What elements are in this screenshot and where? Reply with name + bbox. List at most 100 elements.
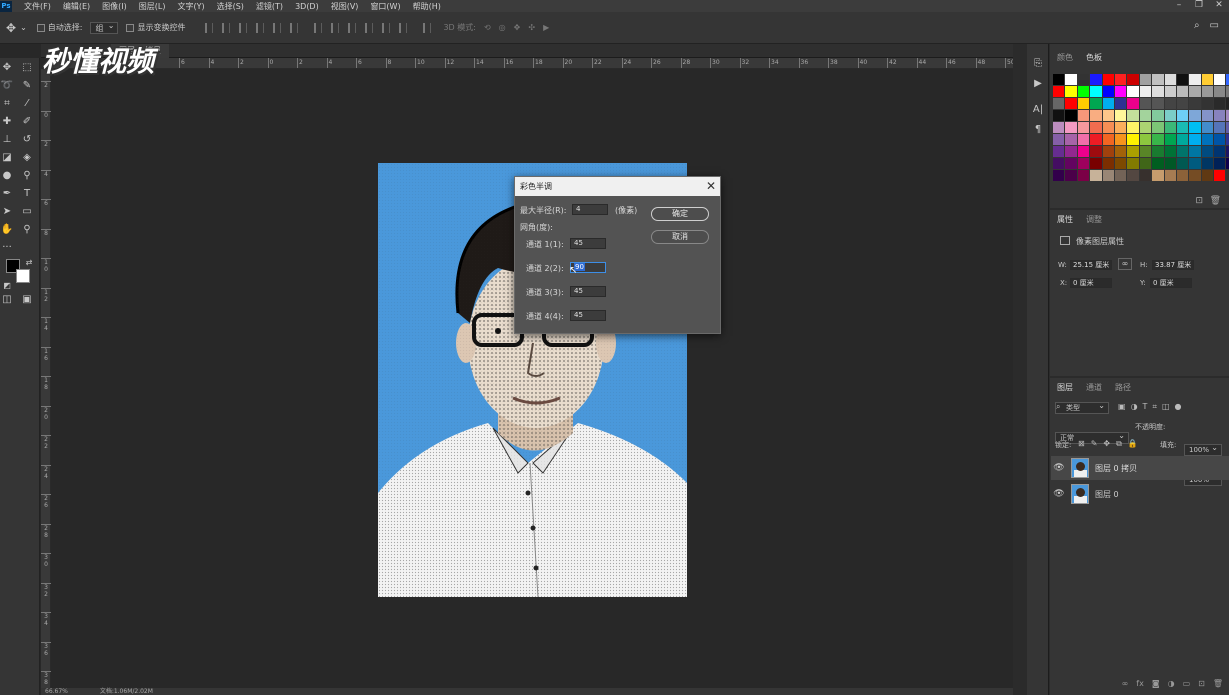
photoshop-logo-icon[interactable]: Ps: [0, 0, 12, 12]
swatch-48[interactable]: [1090, 110, 1102, 121]
default-colors-icon[interactable]: ◩: [0, 278, 14, 292]
adjustment-layer-icon[interactable]: ◑: [1168, 679, 1175, 688]
swatch-94[interactable]: [1102, 146, 1114, 157]
history-brush-icon[interactable]: ↺: [20, 132, 34, 146]
max-radius-input[interactable]: 4: [572, 204, 608, 215]
swatch-64[interactable]: [1102, 122, 1114, 133]
swatch-61[interactable]: [1065, 122, 1077, 133]
menu-3d[interactable]: 3D(D): [289, 2, 325, 11]
menu-filter[interactable]: 滤镜(T): [250, 1, 289, 12]
auto-align-icon[interactable]: [423, 22, 432, 33]
swatch-87[interactable]: [1201, 134, 1214, 145]
pen-tool-icon[interactable]: ✒: [0, 186, 14, 200]
lasso-tool-icon[interactable]: ➰: [0, 78, 14, 92]
distribute-left-icon[interactable]: [365, 22, 374, 33]
menu-file[interactable]: 文件(F): [18, 1, 57, 12]
swatch-40[interactable]: [1176, 98, 1189, 109]
swatch-33[interactable]: [1090, 98, 1102, 109]
swatch-85[interactable]: [1176, 134, 1189, 145]
swatch-124[interactable]: [1102, 170, 1114, 181]
restore-icon[interactable]: ❐: [1189, 0, 1209, 12]
swatch-130[interactable]: [1176, 170, 1189, 181]
screen-mode-icon[interactable]: ▣: [20, 292, 34, 306]
swatch-60[interactable]: [1053, 122, 1065, 133]
document-size[interactable]: 文档:1.06M/2.02M: [100, 688, 153, 695]
swatch-112[interactable]: [1139, 158, 1152, 169]
tab-swatches[interactable]: 色板: [1086, 52, 1102, 63]
swatch-118[interactable]: [1214, 158, 1226, 169]
dodge-tool-icon[interactable]: ⚲: [20, 168, 34, 182]
healing-brush-icon[interactable]: ✚: [0, 114, 14, 128]
delete-layer-icon[interactable]: 🗑: [1213, 679, 1223, 688]
swatch-97[interactable]: [1139, 146, 1152, 157]
y-input[interactable]: 0 厘米: [1150, 278, 1192, 288]
swatch-131[interactable]: [1189, 170, 1201, 181]
swatch-100[interactable]: [1176, 146, 1189, 157]
swatch-37[interactable]: [1139, 98, 1152, 109]
auto-select-checkbox[interactable]: 自动选择:: [36, 22, 82, 33]
swatch-21[interactable]: [1127, 86, 1139, 97]
swatch-54[interactable]: [1164, 110, 1176, 121]
swatch-102[interactable]: [1201, 146, 1214, 157]
swatch-121[interactable]: [1065, 170, 1077, 181]
swatch-133[interactable]: [1214, 170, 1226, 181]
align-vcenter-icon[interactable]: [222, 22, 231, 33]
swatch-109[interactable]: [1102, 158, 1114, 169]
swatch-110[interactable]: [1114, 158, 1127, 169]
swatch-24[interactable]: [1164, 86, 1176, 97]
lock-transparent-icon[interactable]: ⊠: [1078, 439, 1085, 449]
swatch-75[interactable]: [1053, 134, 1065, 145]
height-input[interactable]: 33.87 厘米: [1152, 260, 1194, 270]
swatch-128[interactable]: [1152, 170, 1164, 181]
swatch-49[interactable]: [1102, 110, 1114, 121]
type-tool-icon[interactable]: T: [20, 186, 34, 200]
swatch-73[interactable]: [1214, 122, 1226, 133]
swatch-13[interactable]: [1214, 74, 1226, 85]
distribute-vcenter-icon[interactable]: [331, 22, 340, 33]
tab-paths[interactable]: 路径: [1115, 382, 1131, 393]
crop-tool-icon[interactable]: ⌗: [0, 96, 14, 110]
align-hcenter-icon[interactable]: [273, 22, 282, 33]
filter-adjustment-icon[interactable]: ◑: [1131, 402, 1138, 412]
swatch-6[interactable]: [1127, 74, 1139, 85]
swatch-12[interactable]: [1201, 74, 1214, 85]
3d-orbit-icon[interactable]: ⟲: [484, 23, 491, 32]
swatch-22[interactable]: [1139, 86, 1152, 97]
menu-edit[interactable]: 编辑(E): [57, 1, 96, 12]
swatch-0[interactable]: [1053, 74, 1065, 85]
layer-name[interactable]: 图层 0: [1095, 489, 1119, 500]
swatch-95[interactable]: [1114, 146, 1127, 157]
swatch-47[interactable]: [1077, 110, 1090, 121]
swatch-46[interactable]: [1065, 110, 1077, 121]
layer-row-copy[interactable]: 👁 图层 0 拷贝: [1051, 456, 1229, 480]
swatch-72[interactable]: [1201, 122, 1214, 133]
swatch-132[interactable]: [1201, 170, 1214, 181]
swatch-55[interactable]: [1176, 110, 1189, 121]
menu-help[interactable]: 帮助(H): [407, 1, 447, 12]
link-layers-icon[interactable]: ∞: [1122, 679, 1129, 688]
swatch-32[interactable]: [1077, 98, 1090, 109]
distribute-hcenter-icon[interactable]: [382, 22, 391, 33]
swatch-11[interactable]: [1189, 74, 1201, 85]
x-input[interactable]: 0 厘米: [1070, 278, 1112, 288]
zoom-tool-icon[interactable]: ⚲: [20, 222, 34, 236]
swatch-30[interactable]: [1053, 98, 1065, 109]
swatch-20[interactable]: [1114, 86, 1127, 97]
show-transform-checkbox[interactable]: 显示变换控件: [126, 22, 185, 33]
swatch-120[interactable]: [1053, 170, 1065, 181]
swatch-23[interactable]: [1152, 86, 1164, 97]
swatch-28[interactable]: [1214, 86, 1226, 97]
opacity-input[interactable]: 100%: [1184, 443, 1222, 456]
swatch-35[interactable]: [1114, 98, 1127, 109]
swatch-56[interactable]: [1189, 110, 1201, 121]
swatch-18[interactable]: [1090, 86, 1102, 97]
minimize-icon[interactable]: –: [1169, 0, 1189, 12]
swatch-41[interactable]: [1189, 98, 1201, 109]
swap-colors-icon[interactable]: ⇄: [22, 255, 36, 269]
channel4-input[interactable]: 45: [570, 310, 606, 321]
swatch-79[interactable]: [1102, 134, 1114, 145]
swatch-51[interactable]: [1127, 110, 1139, 121]
filter-toggle-icon[interactable]: ●: [1175, 402, 1182, 412]
swatch-86[interactable]: [1189, 134, 1201, 145]
swatch-82[interactable]: [1139, 134, 1152, 145]
